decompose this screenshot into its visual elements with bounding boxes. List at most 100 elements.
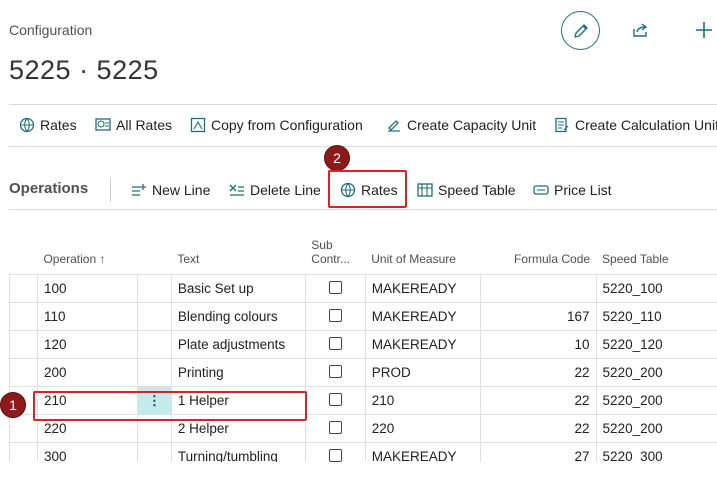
cell-subcontracting[interactable] (304, 330, 366, 359)
operations-title: Operations (9, 180, 89, 197)
row-selector[interactable] (9, 302, 38, 331)
all-rates-action[interactable]: All Rates (95, 117, 172, 133)
row-menu-cell[interactable] (136, 302, 172, 331)
subcontracting-checkbox[interactable] (328, 364, 342, 378)
table-row[interactable]: 110 Blending colours MAKEREADY 167 5220_… (9, 302, 717, 331)
operations-table: Operation ↑ Text Sub Contr... Unit of Mea… (9, 238, 717, 471)
page-caption: Configuration (9, 22, 93, 38)
cell-operation[interactable]: 120 (36, 330, 138, 359)
row-menu-header (137, 238, 171, 275)
cell-speed-table[interactable]: 5220_120 (595, 330, 717, 359)
new-line-action[interactable]: New Line (131, 182, 210, 198)
cell-formula-code[interactable]: 22 (479, 358, 597, 387)
rates-label: Rates (40, 117, 77, 133)
cell-subcontracting[interactable] (304, 302, 366, 331)
create-calculation-unit-action[interactable]: Create Calculation Unit (554, 117, 717, 133)
cell-unit-of-measure[interactable]: PROD (364, 358, 481, 387)
cell-formula-code[interactable]: 10 (479, 330, 597, 359)
callout-badge-2: 2 (324, 145, 350, 171)
table-row[interactable]: 120 Plate adjustments MAKEREADY 10 5220_… (9, 330, 717, 359)
cell-formula-code[interactable]: 22 (479, 414, 597, 443)
cell-operation[interactable]: 100 (36, 274, 138, 303)
rates-action[interactable]: Rates (19, 117, 77, 133)
column-header-subcontracting[interactable]: Sub Contr... (305, 238, 365, 275)
cell-subcontracting[interactable] (304, 414, 366, 443)
cell-unit-of-measure[interactable]: MAKEREADY (364, 302, 481, 331)
price-list-label: Price List (554, 182, 612, 198)
cell-speed-table[interactable]: 5220_200 (595, 358, 717, 387)
create-capacity-unit-label: Create Capacity Unit (407, 117, 537, 133)
row-menu-cell[interactable] (136, 274, 172, 303)
delete-line-icon (229, 182, 245, 198)
column-header-sub-line2: Contr... (311, 252, 350, 266)
cell-text[interactable]: Plate adjustments (170, 330, 306, 359)
cell-subcontracting[interactable] (304, 386, 366, 415)
row-selector[interactable] (9, 358, 38, 387)
cell-unit-of-measure[interactable]: MAKEREADY (364, 274, 481, 303)
subcontracting-checkbox[interactable] (328, 420, 342, 434)
divider (9, 104, 717, 105)
all-rates-label: All Rates (116, 117, 173, 133)
subcontracting-checkbox[interactable] (328, 336, 342, 350)
row-highlight-box (33, 391, 307, 421)
table-row[interactable]: 200 Printing PROD 22 5220_200 (9, 358, 717, 387)
row-menu-cell[interactable] (136, 330, 172, 359)
row-selector[interactable] (9, 274, 38, 303)
cell-operation[interactable]: 200 (36, 358, 138, 387)
add-button[interactable] (690, 16, 717, 44)
row-menu-cell[interactable] (136, 358, 172, 387)
delete-line-label: Delete Line (250, 182, 321, 198)
column-header-speed-table[interactable]: Speed Table (596, 238, 717, 275)
speed-table-label: Speed Table (438, 182, 516, 198)
delete-line-action[interactable]: Delete Line (229, 182, 321, 198)
new-line-label: New Line (152, 182, 211, 198)
price-list-action[interactable]: Price List (533, 182, 612, 198)
create-capacity-icon (386, 117, 402, 133)
column-header-unit-of-measure[interactable]: Unit of Measure (365, 238, 480, 275)
column-header-formula-code[interactable]: Formula Code (480, 238, 596, 275)
cell-speed-table[interactable]: 5220_200 (595, 386, 717, 415)
cell-formula-code[interactable] (479, 274, 597, 303)
speed-table-action[interactable]: Speed Table (417, 182, 516, 198)
subcontracting-checkbox[interactable] (328, 308, 342, 322)
create-capacity-unit-action[interactable]: Create Capacity Unit (386, 117, 536, 133)
plus-icon (696, 22, 712, 38)
divider (9, 209, 717, 210)
row-selector[interactable] (9, 330, 38, 359)
speed-table-icon (417, 182, 433, 198)
cell-text[interactable]: Blending colours (170, 302, 306, 331)
cell-speed-table[interactable]: 5220_200 (595, 414, 717, 443)
cell-unit-of-measure[interactable]: 210 (364, 386, 481, 415)
copy-from-configuration-action[interactable]: Copy from Configuration (190, 117, 363, 133)
cell-unit-of-measure[interactable]: MAKEREADY (364, 330, 481, 359)
table-row[interactable]: 100 Basic Set up MAKEREADY 5220_100 (9, 274, 717, 303)
edit-button[interactable] (561, 11, 600, 50)
pencil-icon (573, 23, 588, 38)
globe-rates-icon (19, 117, 35, 133)
column-header-operation[interactable]: Operation ↑ (37, 238, 137, 275)
operations-rates-action[interactable]: Rates (340, 182, 398, 198)
subcontracting-checkbox[interactable] (328, 392, 342, 406)
column-header-sub-line1: Sub (311, 238, 333, 252)
divider (9, 146, 717, 147)
subcontracting-checkbox[interactable] (328, 280, 342, 294)
cell-operation[interactable]: 110 (36, 302, 138, 331)
cell-subcontracting[interactable] (304, 358, 366, 387)
separator (110, 178, 111, 202)
cell-speed-table[interactable]: 5220_100 (595, 274, 717, 303)
all-rates-icon (95, 117, 111, 133)
cell-text[interactable]: Basic Set up (170, 274, 306, 303)
cell-formula-code[interactable]: 167 (479, 302, 597, 331)
copy-icon (190, 117, 206, 133)
cell-speed-table[interactable]: 5220_110 (595, 302, 717, 331)
subcontracting-checkbox[interactable] (328, 448, 342, 462)
column-header-text[interactable]: Text (171, 238, 305, 275)
cell-text[interactable]: Printing (170, 358, 306, 387)
cell-formula-code[interactable]: 22 (479, 386, 597, 415)
table-header-row: Operation ↑ Text Sub Contr... Unit of Mea… (10, 238, 717, 275)
cell-unit-of-measure[interactable]: 220 (364, 414, 481, 443)
copy-from-configuration-label: Copy from Configuration (211, 117, 363, 133)
cell-subcontracting[interactable] (304, 274, 366, 303)
share-button[interactable] (628, 17, 654, 43)
share-icon (633, 23, 648, 37)
